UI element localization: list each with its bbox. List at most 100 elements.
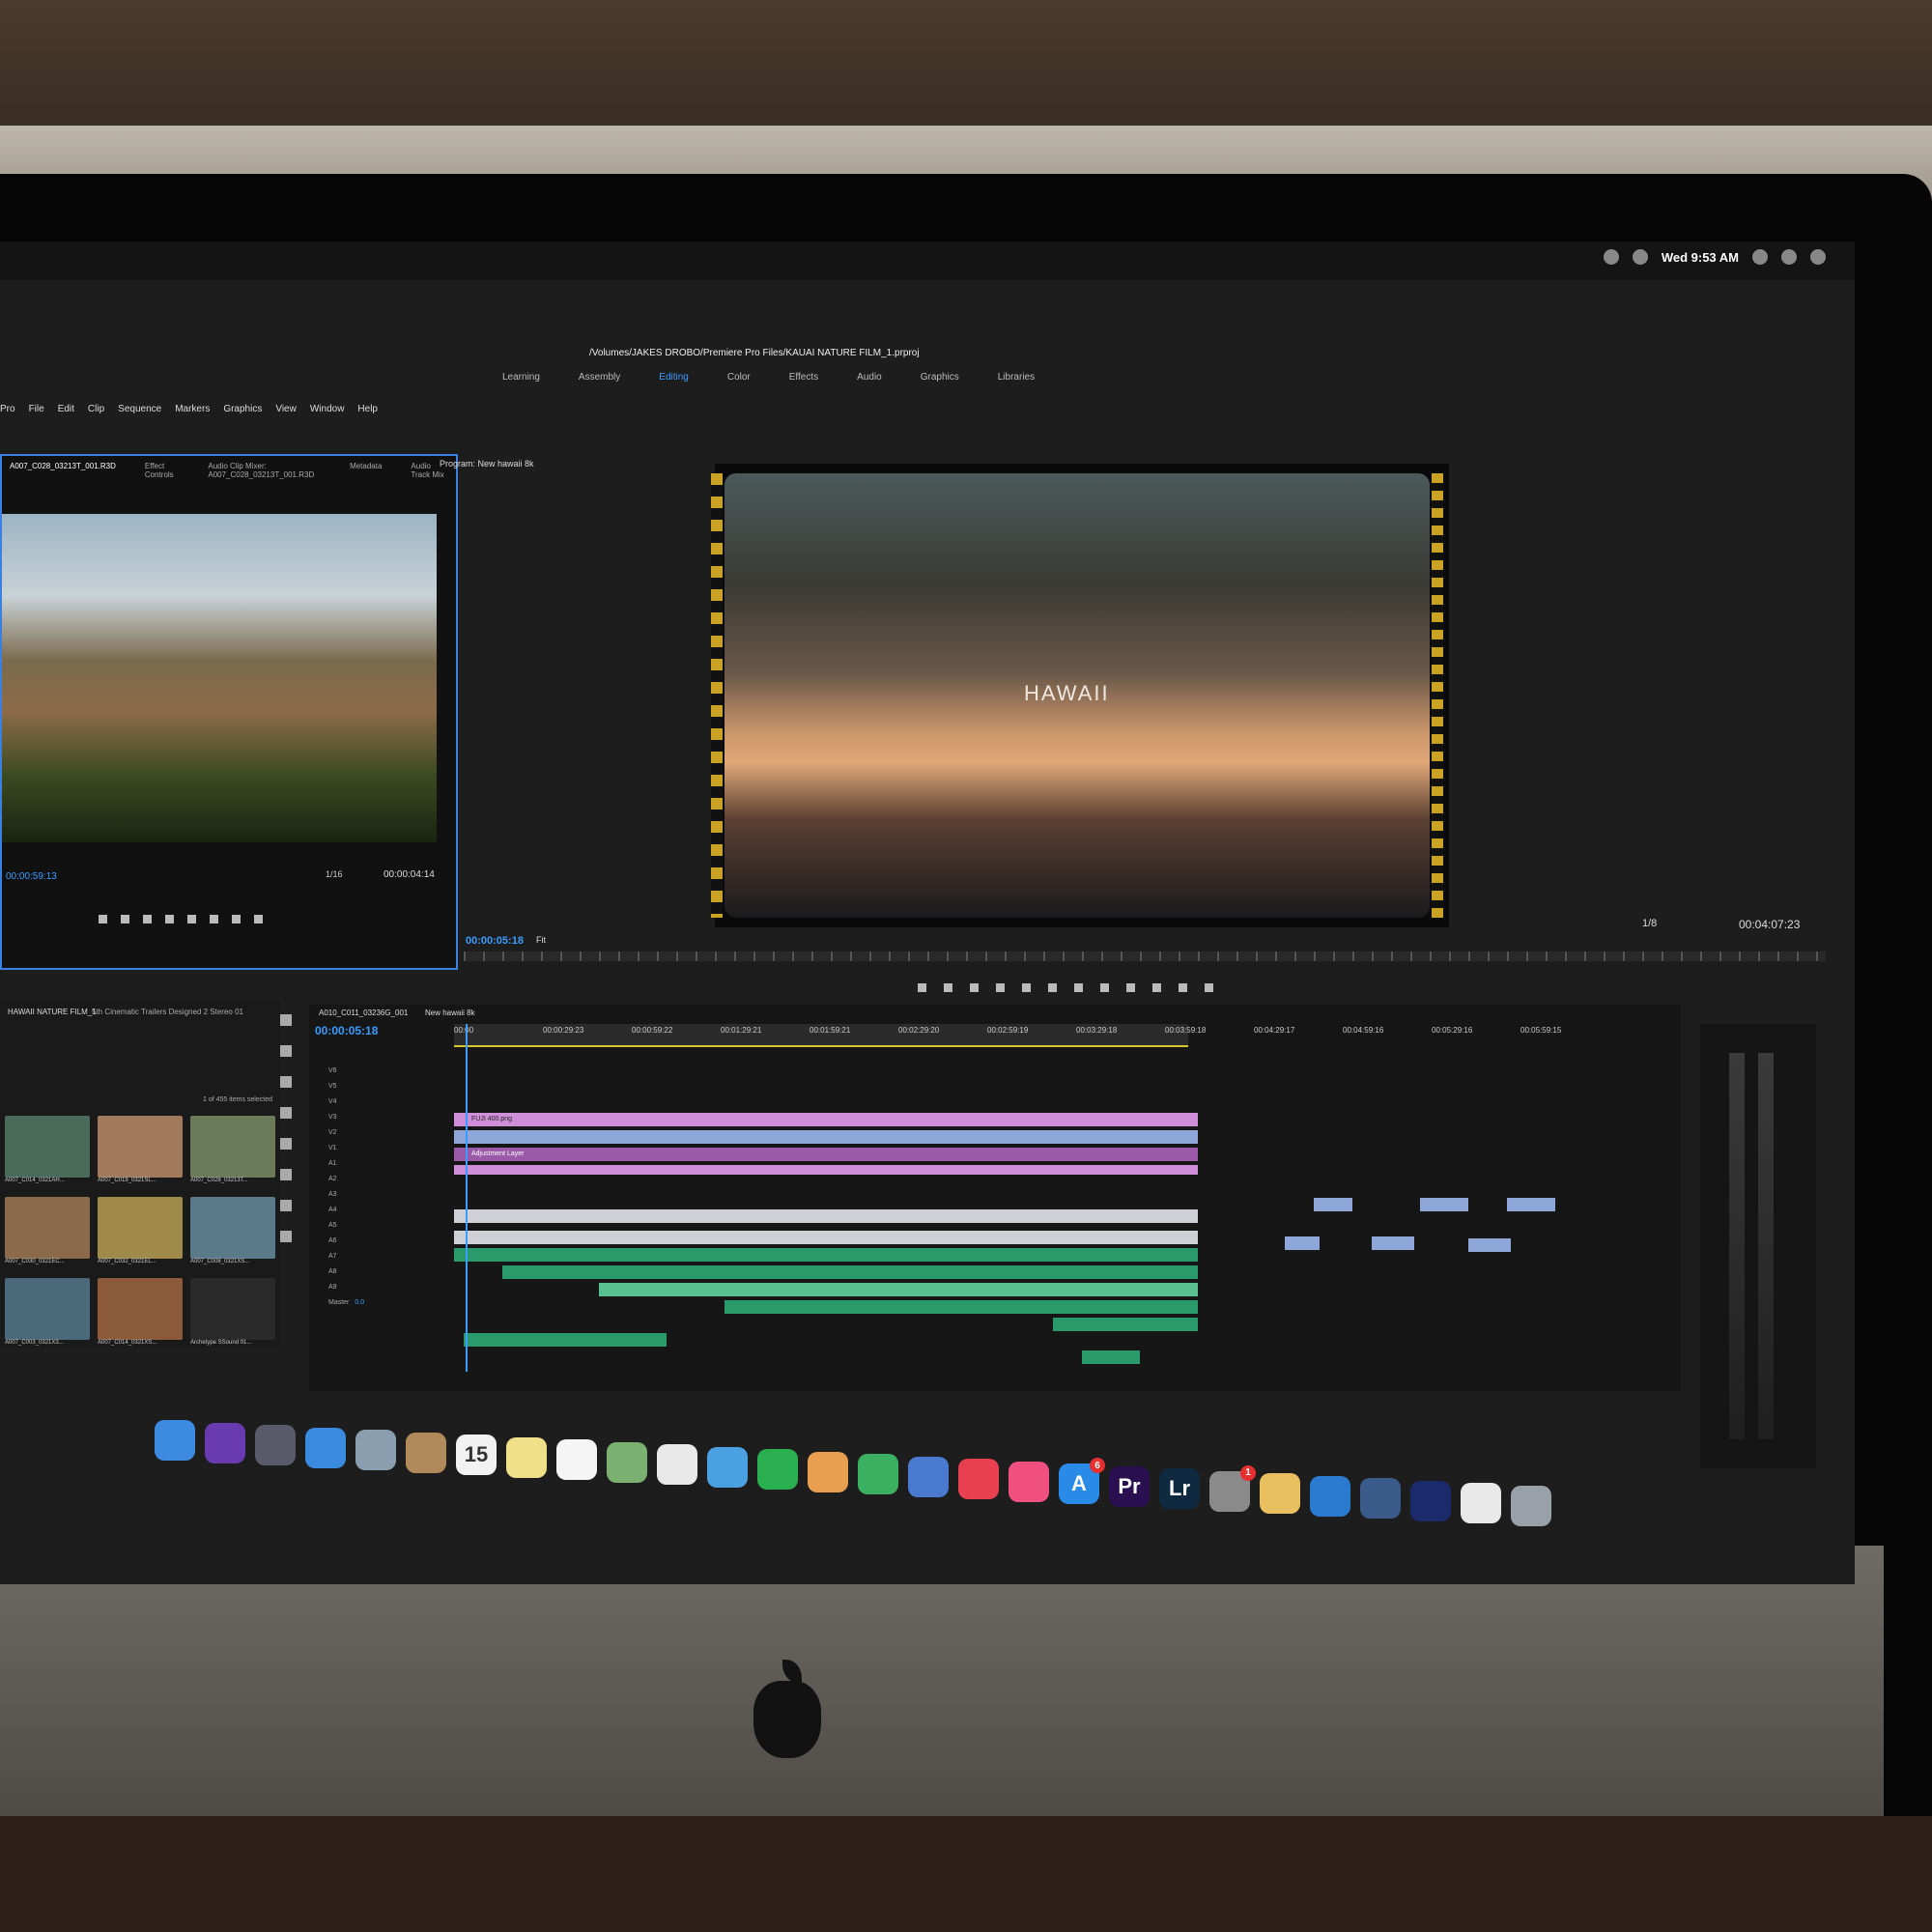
dock-maps-icon[interactable]	[607, 1441, 647, 1483]
pen-tool-icon[interactable]	[280, 1169, 292, 1180]
comparison-view-button[interactable]	[1205, 983, 1213, 992]
source-tab[interactable]: Metadata	[350, 462, 382, 479]
step-forward-button[interactable]	[187, 915, 196, 923]
play-button[interactable]	[1048, 983, 1057, 992]
menu-help[interactable]: Help	[357, 404, 378, 414]
dock-system-preferences-icon[interactable]: 1	[1209, 1464, 1256, 1512]
track-header-a9[interactable]: A9	[309, 1279, 449, 1294]
program-timecode[interactable]: 00:00:05:18	[466, 935, 524, 947]
workspace-tab-graphics[interactable]: Graphics	[921, 372, 959, 383]
workspace-tab-audio[interactable]: Audio	[857, 372, 882, 383]
clip-a6-audio[interactable]	[464, 1333, 667, 1347]
track-header-v6[interactable]: V6	[309, 1063, 449, 1078]
hand-tool-icon[interactable]	[280, 1200, 292, 1211]
add-marker-button[interactable]	[918, 983, 926, 992]
clip-a1-audio[interactable]	[454, 1248, 1198, 1262]
clip-v1-video[interactable]	[454, 1209, 1198, 1223]
project-item[interactable]: A007_C003_0321X3...	[5, 1278, 90, 1351]
wifi-icon[interactable]	[1632, 249, 1648, 265]
clip-a2-audio[interactable]	[502, 1265, 1198, 1279]
playhead[interactable]	[466, 1024, 468, 1372]
menu-pro[interactable]: Pro	[0, 404, 15, 414]
project-item[interactable]: A007_C008_0321XS...	[190, 1197, 275, 1270]
menu-sequence[interactable]: Sequence	[118, 404, 161, 414]
track-header-a8[interactable]: A8	[309, 1264, 449, 1279]
project-item[interactable]: A007_C028_03213T...	[190, 1116, 275, 1189]
dock-numbers-icon[interactable]	[858, 1454, 898, 1494]
project-item[interactable]: A007_C030_0321EC...	[5, 1197, 90, 1270]
clip-late-v2c[interactable]	[1507, 1198, 1555, 1211]
track-header-v4[interactable]: V4	[309, 1094, 449, 1109]
siri-icon[interactable]	[1781, 249, 1797, 265]
insert-button[interactable]	[210, 915, 218, 923]
track-header-a1[interactable]: A1	[309, 1155, 449, 1171]
menubar-clock[interactable]: Wed 9:53 AM	[1662, 250, 1739, 265]
razor-tool-icon[interactable]	[280, 1107, 292, 1119]
lift-button[interactable]	[1126, 983, 1135, 992]
project-item[interactable]: A007_C019_0321SL...	[98, 1116, 183, 1189]
menu-graphics[interactable]: Graphics	[223, 404, 262, 414]
clip-v4-track[interactable]	[454, 1130, 1198, 1144]
mark-in-button[interactable]	[944, 983, 952, 992]
workspace-tab-color[interactable]: Color	[727, 372, 751, 383]
mark-out-button[interactable]	[121, 915, 129, 923]
source-tab[interactable]: Audio Clip Mixer: A007_C028_03213T_001.R…	[208, 462, 321, 479]
type-tool-icon[interactable]	[280, 1231, 292, 1242]
track-header-v1[interactable]: V1	[309, 1140, 449, 1155]
workspace-tab-libraries[interactable]: Libraries	[998, 372, 1035, 383]
track-header-v3[interactable]: V3	[309, 1109, 449, 1124]
source-tab[interactable]: Effect Controls	[145, 462, 179, 479]
track-header-a3[interactable]: A3	[309, 1186, 449, 1202]
overwrite-button[interactable]	[232, 915, 241, 923]
notification-center-icon[interactable]	[1810, 249, 1826, 265]
menu-view[interactable]: View	[275, 404, 297, 414]
source-monitor[interactable]: A007_C028_03213T_001.R3D Effect Controls A…	[0, 454, 458, 970]
workspace-tab-effects[interactable]: Effects	[789, 372, 818, 383]
step-back-button[interactable]	[1022, 983, 1031, 992]
clip-adjustment-layer[interactable]: Adjustment Layer	[454, 1148, 1198, 1161]
project-item[interactable]: A007_C032_0321EL...	[98, 1197, 183, 1270]
dock-premiere-pro-icon[interactable]: Pr	[1109, 1465, 1150, 1507]
ripple-edit-tool-icon[interactable]	[280, 1076, 292, 1088]
workspace-tab-editing[interactable]: Editing	[659, 372, 689, 383]
dock-app-store-icon[interactable]: A6	[1059, 1458, 1105, 1504]
clip-late-a1b[interactable]	[1372, 1236, 1414, 1250]
export-frame-button[interactable]	[254, 915, 263, 923]
program-scrub-bar[interactable]	[464, 952, 1826, 961]
track-header-a7[interactable]: A7	[309, 1248, 449, 1264]
track-header-a2[interactable]: A2	[309, 1171, 449, 1186]
dock-mail-icon[interactable]	[355, 1430, 396, 1470]
dock-safari-icon[interactable]	[305, 1427, 346, 1468]
clip-fuji-overlay[interactable]: FUJI 400.png	[454, 1113, 1198, 1126]
timeline-tab-sequence[interactable]: New hawaii 8k	[425, 1009, 475, 1017]
project-tab[interactable]: HAWAII NATURE FILM_1	[8, 1008, 97, 1016]
dock-pages-icon[interactable]	[808, 1451, 848, 1492]
dock-launchpad-icon[interactable]	[255, 1425, 296, 1465]
workspace-tab-learning[interactable]: Learning	[502, 372, 540, 383]
step-back-button[interactable]	[143, 915, 152, 923]
export-frame-button[interactable]	[1179, 983, 1187, 992]
extract-button[interactable]	[1152, 983, 1161, 992]
track-header-v5[interactable]: V5	[309, 1078, 449, 1094]
clip-late-a1[interactable]	[1285, 1236, 1320, 1250]
menu-markers[interactable]: Markers	[175, 404, 210, 414]
clip-late-a1c[interactable]	[1468, 1238, 1511, 1252]
dock-siri-icon[interactable]	[205, 1422, 245, 1463]
program-resolution-select[interactable]: 1/8	[1642, 918, 1657, 929]
step-forward-button[interactable]	[1074, 983, 1083, 992]
project-item[interactable]: A007_C014_0321XS...	[98, 1278, 183, 1351]
dock-finder-icon[interactable]	[155, 1420, 195, 1461]
project-item[interactable]: Archetype SSound 01...	[190, 1278, 275, 1351]
dock-prime-icon[interactable]	[1310, 1475, 1350, 1517]
track-header-a5[interactable]: A5	[309, 1217, 449, 1233]
clip-a3-audio[interactable]	[599, 1283, 1198, 1296]
mark-in-button[interactable]	[99, 915, 107, 923]
clip-v3-pink[interactable]	[454, 1165, 1198, 1175]
dock-trash-icon[interactable]	[1511, 1485, 1551, 1526]
menu-edit[interactable]: Edit	[58, 404, 74, 414]
dock-notes-icon[interactable]	[506, 1436, 547, 1478]
clip-a5-audio[interactable]	[1053, 1318, 1198, 1331]
timeline-tab-source[interactable]: A010_C011_03236G_001	[319, 1009, 408, 1017]
dock-messages-icon[interactable]	[707, 1446, 748, 1488]
project-item[interactable]: A007_C014_0321AH...	[5, 1116, 90, 1189]
